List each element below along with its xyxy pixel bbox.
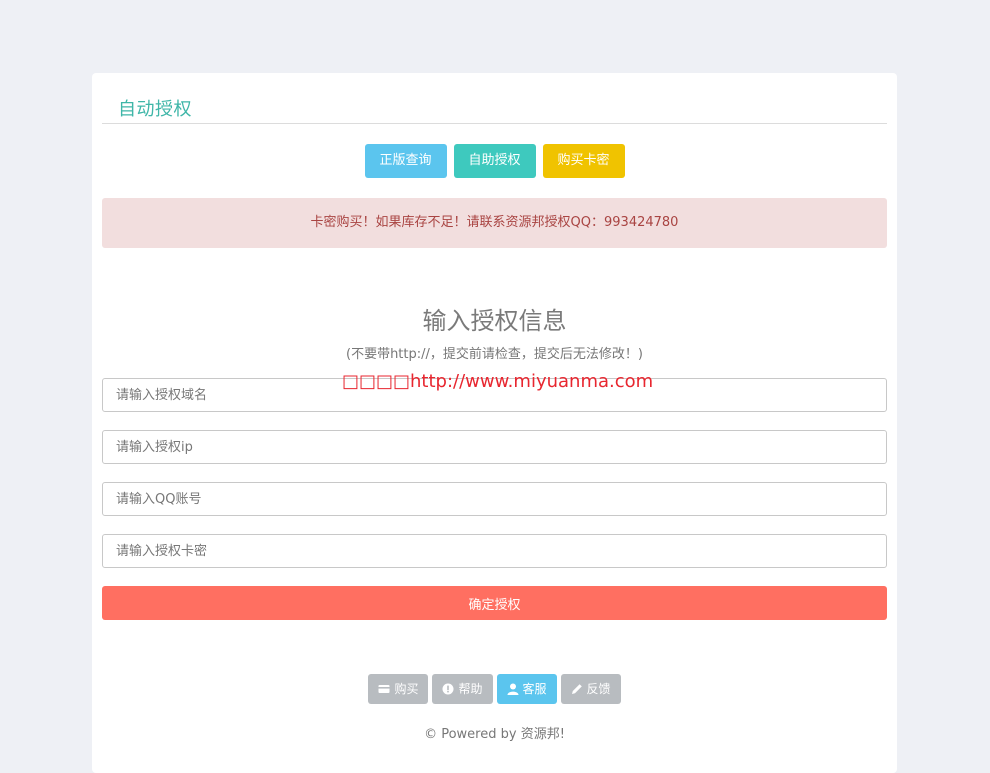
form-heading: 输入授权信息: [422, 307, 567, 335]
auth-panel: 自动授权 正版查询 自助授权 购买卡密 卡密购买！如果库存不足！请联系资源邦授权…: [92, 73, 897, 773]
ip-input[interactable]: [102, 430, 887, 464]
user-icon: [507, 683, 519, 695]
panel-title: 自动授权: [118, 99, 192, 120]
genuine-query-button[interactable]: 正版查询: [364, 144, 447, 178]
footer-buy-button[interactable]: 购买: [368, 674, 429, 704]
top-button-group: 正版查询 自助授权 购买卡密: [92, 144, 897, 178]
footer-help-label: 帮助: [458, 682, 483, 696]
footer-feedback-label: 反馈: [586, 682, 611, 696]
confirm-auth-button[interactable]: 确定授权: [102, 586, 887, 620]
self-auth-button[interactable]: 自助授权: [453, 144, 536, 178]
title-divider: [102, 123, 887, 124]
watermark-text: □□□□http://www.miyuanma.com: [342, 371, 654, 392]
footer-feedback-button[interactable]: 反馈: [560, 674, 621, 704]
stock-alert: 卡密购买！如果库存不足！请联系资源邦授权QQ：993424780: [102, 198, 887, 248]
pencil-icon: [571, 683, 583, 695]
qq-input[interactable]: [102, 482, 887, 516]
exclamation-circle-icon: [442, 683, 454, 695]
credit-card-icon: [378, 683, 390, 695]
footer-buy-label: 购买: [394, 682, 419, 696]
footer-service-label: 客服: [522, 682, 547, 696]
footer-button-group: 购买 帮助 客服 反馈: [92, 674, 897, 704]
footer-help-button[interactable]: 帮助: [432, 674, 493, 704]
card-key-input[interactable]: [102, 534, 887, 568]
copyright-text: © Powered by 资源邦!: [424, 727, 565, 742]
footer-service-button[interactable]: 客服: [496, 674, 557, 704]
form-subheading: (不要带http://，提交前请检查，提交后无法修改！): [346, 347, 643, 362]
buy-card-button[interactable]: 购买卡密: [542, 144, 625, 178]
